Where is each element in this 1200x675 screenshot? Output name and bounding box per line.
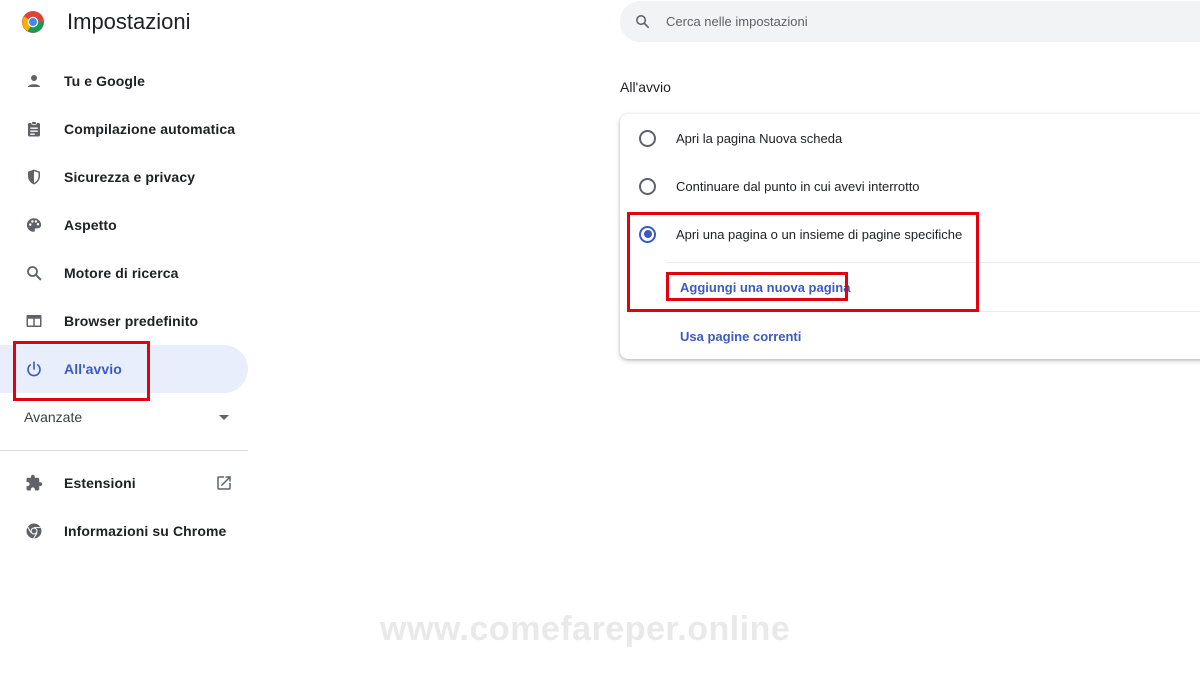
sidebar-item-label: Compilazione automatica [64, 121, 236, 137]
sidebar-item-label: Informazioni su Chrome [64, 523, 227, 539]
sidebar-item-security-privacy[interactable]: Sicurezza e privacy [0, 153, 248, 201]
sidebar-item-label: Browser predefinito [64, 313, 199, 329]
advanced-toggle[interactable]: Avanzate [0, 393, 248, 441]
page-title: Impostazioni [67, 9, 191, 34]
sidebar-item-label: Sicurezza e privacy [64, 169, 196, 185]
option-label: Continuare dal punto in cui avevi interr… [676, 178, 920, 194]
palette-icon [24, 215, 44, 235]
option-label: Apri la pagina Nuova scheda [676, 130, 843, 146]
card-divider [666, 262, 1200, 263]
use-current-pages-button[interactable]: Usa pagine correnti [680, 329, 801, 344]
radio-button[interactable] [639, 177, 656, 195]
search-bar[interactable] [620, 1, 1200, 42]
advanced-label: Avanzate [24, 409, 83, 425]
open-in-new-icon [215, 474, 233, 492]
browser-window-icon [24, 311, 44, 331]
sidebar-item-you-and-google[interactable]: Tu e Google [0, 57, 248, 105]
add-new-page-button[interactable]: Aggiungi una nuova pagina [680, 280, 850, 295]
sidebar-item-about-chrome[interactable]: Informazioni su Chrome [0, 507, 248, 555]
sidebar-item-label: Estensioni [64, 475, 136, 491]
sidebar: Tu e Google Compilazione automatica Sicu… [0, 57, 248, 555]
watermark: www.comefareper.online [380, 610, 791, 648]
sidebar-item-default-browser[interactable]: Browser predefinito [0, 297, 248, 345]
clipboard-icon [24, 119, 44, 139]
sidebar-item-label: Aspetto [64, 217, 117, 233]
option-new-tab[interactable]: Apri la pagina Nuova scheda [620, 114, 1200, 162]
chrome-logo-icon [21, 10, 45, 34]
shield-icon [24, 167, 44, 187]
search-icon [634, 13, 651, 30]
sidebar-divider [0, 450, 248, 451]
search-input[interactable] [666, 1, 1166, 42]
search-icon [24, 263, 44, 283]
section-title: All'avvio [620, 79, 671, 95]
caret-down-icon [219, 415, 229, 420]
radio-button-selected[interactable] [639, 225, 656, 243]
option-label: Apri una pagina o un insieme di pagine s… [676, 226, 963, 242]
sidebar-item-label: Motore di ricerca [64, 265, 179, 281]
card-divider [666, 311, 1200, 312]
sidebar-item-label: All'avvio [64, 361, 122, 377]
option-continue[interactable]: Continuare dal punto in cui avevi interr… [620, 162, 1200, 210]
puzzle-piece-icon [24, 473, 44, 493]
sidebar-item-autofill[interactable]: Compilazione automatica [0, 105, 248, 153]
sidebar-item-extensions[interactable]: Estensioni [0, 459, 248, 507]
sidebar-item-search-engine[interactable]: Motore di ricerca [0, 249, 248, 297]
radio-button[interactable] [639, 129, 656, 147]
sidebar-item-label: Tu e Google [64, 73, 145, 89]
sidebar-item-appearance[interactable]: Aspetto [0, 201, 248, 249]
power-icon [24, 359, 44, 379]
option-specific-pages[interactable]: Apri una pagina o un insieme di pagine s… [620, 210, 1200, 258]
startup-options-card: Apri la pagina Nuova scheda Continuare d… [620, 114, 1200, 359]
sidebar-item-on-startup[interactable]: All'avvio [0, 345, 248, 393]
chrome-icon [24, 521, 44, 541]
person-icon [24, 71, 44, 91]
